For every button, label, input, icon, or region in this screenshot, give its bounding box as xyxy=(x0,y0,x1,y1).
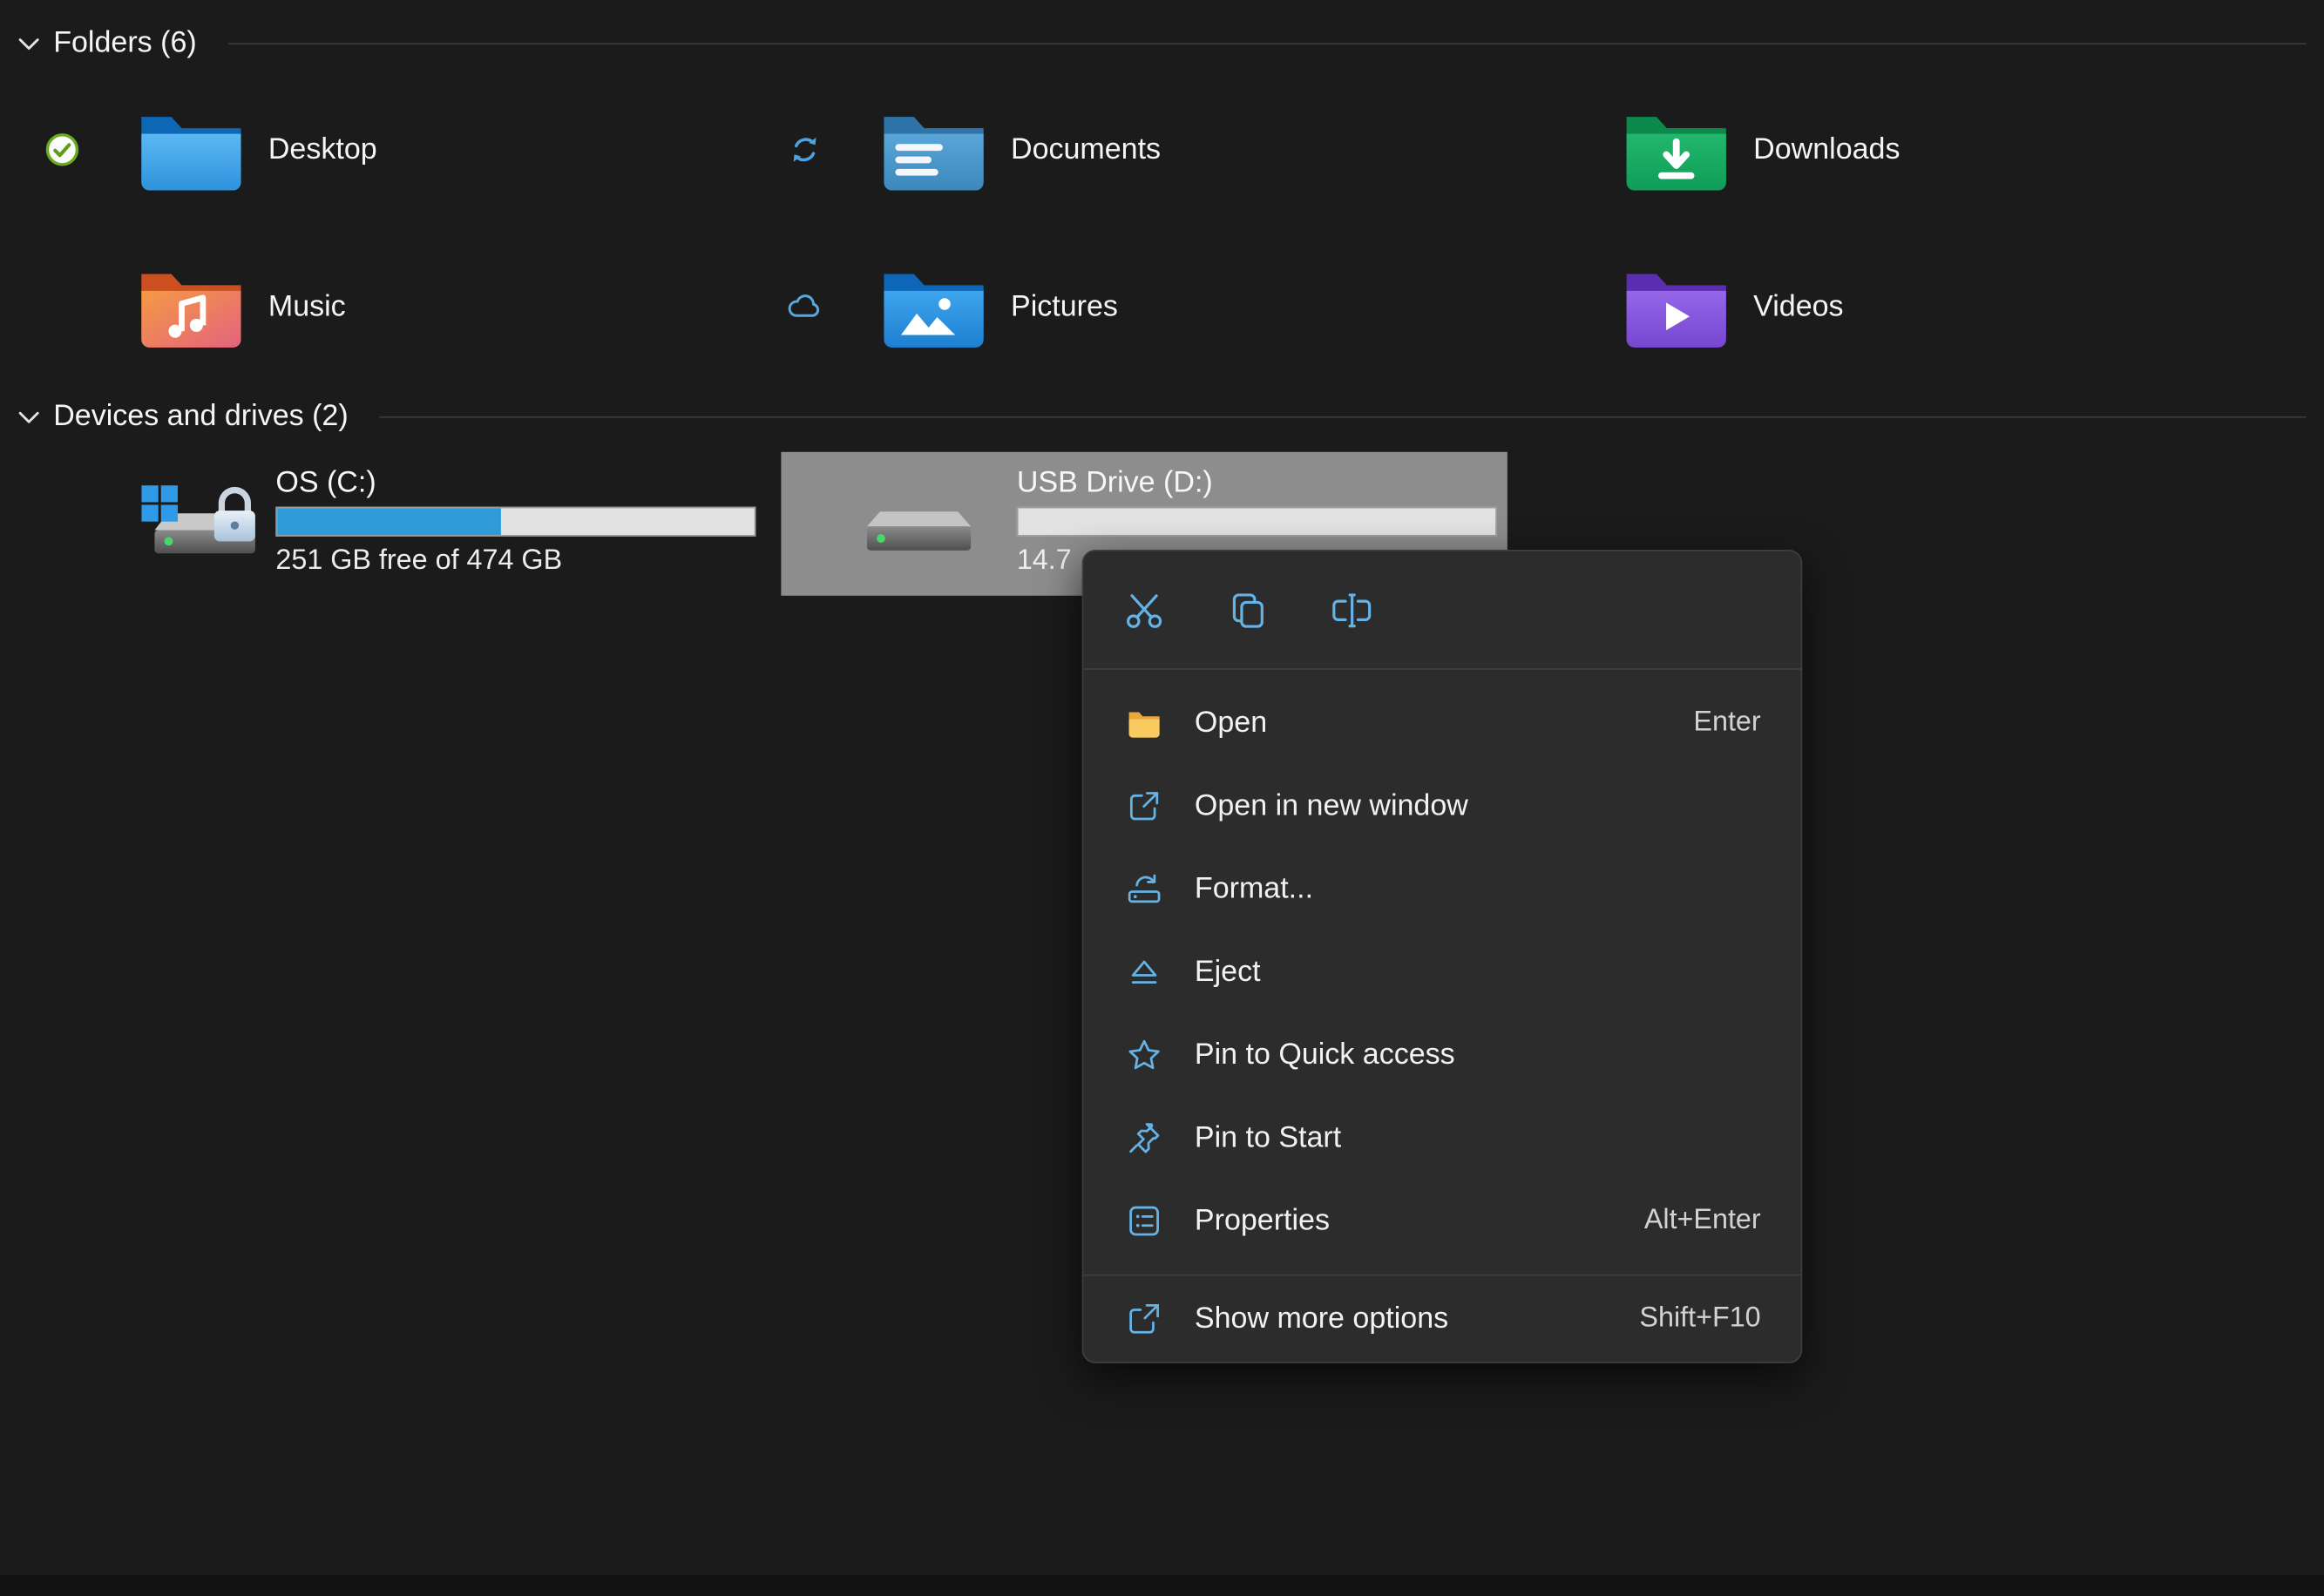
folder-tile-videos[interactable]: Videos xyxy=(1622,250,1844,362)
folder-label: Pictures xyxy=(1011,289,1118,322)
videos-folder-icon xyxy=(1622,264,1731,350)
folder-tile-documents[interactable]: Documents xyxy=(879,93,1161,206)
music-folder-icon xyxy=(136,264,246,350)
folder-label: Desktop xyxy=(268,132,377,166)
window-bottom-edge xyxy=(0,1575,2324,1596)
copy-button[interactable] xyxy=(1205,571,1291,648)
drive-name: USB Drive (D:) xyxy=(1016,466,1213,500)
folder-tile-pictures[interactable]: Pictures xyxy=(879,250,1118,362)
eject-icon xyxy=(1125,953,1163,991)
os-drive-icon xyxy=(131,452,276,596)
folder-label: Documents xyxy=(1011,132,1162,166)
menu-item-show-more-options[interactable]: Show more options Shift+F10 xyxy=(1083,1275,1800,1362)
menu-item-pin-to-quick-access[interactable]: Pin to Quick access xyxy=(1083,1013,1800,1096)
folder-tile-downloads[interactable]: Downloads xyxy=(1622,93,1901,206)
show-more-options-icon xyxy=(1125,1300,1163,1338)
desktop-folder-icon xyxy=(136,106,246,193)
pin-icon xyxy=(1125,1119,1163,1157)
folder-label: Downloads xyxy=(1753,132,1901,166)
menu-item-label: Properties xyxy=(1194,1203,1330,1237)
menu-item-shortcut: Alt+Enter xyxy=(1643,1204,1761,1236)
folder-label: Videos xyxy=(1753,289,1844,322)
folder-tile-music[interactable]: Music xyxy=(136,250,346,362)
drive-name: OS (C:) xyxy=(275,466,376,500)
context-menu-items: Open Enter Open in new window Format... … xyxy=(1083,670,1800,1275)
drive-usage-bar xyxy=(1016,506,1497,537)
pictures-folder-icon xyxy=(879,264,989,350)
devices-group-header: Devices and drives (2) xyxy=(17,397,2307,436)
sync-progress-icon xyxy=(787,132,823,167)
star-icon xyxy=(1125,1036,1163,1074)
context-menu-quick-actions xyxy=(1083,551,1800,668)
folder-label: Music xyxy=(268,289,346,322)
drive-usage-bar xyxy=(275,506,756,537)
menu-item-label: Pin to Quick access xyxy=(1194,1038,1455,1071)
folders-group-header: Folders (6) xyxy=(17,24,2307,62)
menu-item-open[interactable]: Open Enter xyxy=(1083,681,1800,764)
menu-item-label: Open in new window xyxy=(1194,788,1468,822)
copy-icon xyxy=(1226,587,1270,632)
file-explorer-content: Folders (6) Desktop Documents Downloads … xyxy=(0,0,2324,1596)
menu-item-pin-to-start[interactable]: Pin to Start xyxy=(1083,1097,1800,1180)
menu-item-format[interactable]: Format... xyxy=(1083,848,1800,930)
documents-folder-icon xyxy=(879,106,989,193)
onedrive-cloud-icon xyxy=(787,289,823,325)
usb-drive-icon xyxy=(781,452,1016,596)
menu-item-label: Eject xyxy=(1194,955,1261,988)
cut-button[interactable] xyxy=(1101,571,1188,648)
menu-item-shortcut: Enter xyxy=(1693,707,1761,739)
folder-tile-desktop[interactable]: Desktop xyxy=(136,93,377,206)
menu-item-open-in-new-window[interactable]: Open in new window xyxy=(1083,765,1800,848)
open-folder-icon xyxy=(1125,704,1163,742)
format-drive-icon xyxy=(1125,869,1163,908)
chevron-down-icon[interactable] xyxy=(17,407,40,426)
cut-icon xyxy=(1122,587,1167,632)
rename-button[interactable] xyxy=(1309,571,1395,648)
rename-icon xyxy=(1330,587,1374,632)
context-menu: Open Enter Open in new window Format... … xyxy=(1081,550,1803,1363)
menu-item-label: Format... xyxy=(1194,871,1314,905)
properties-icon xyxy=(1125,1201,1163,1240)
menu-item-shortcut: Shift+F10 xyxy=(1639,1302,1761,1334)
drive-tile-os-c[interactable]: OS (C:) 251 GB free of 474 GB xyxy=(131,452,771,596)
section-divider xyxy=(379,416,2307,417)
menu-item-label: Open xyxy=(1194,706,1268,739)
chevron-down-icon[interactable] xyxy=(17,33,40,52)
open-new-window-icon xyxy=(1125,787,1163,825)
menu-item-label: Show more options xyxy=(1194,1302,1449,1335)
folders-section-label: Folders (6) xyxy=(53,25,197,59)
sync-complete-icon xyxy=(44,132,80,167)
section-divider xyxy=(227,42,2307,44)
downloads-folder-icon xyxy=(1622,106,1731,193)
menu-item-label: Pin to Start xyxy=(1194,1120,1342,1154)
drive-free-space: 251 GB free of 474 GB xyxy=(275,544,563,577)
menu-item-properties[interactable]: Properties Alt+Enter xyxy=(1083,1180,1800,1262)
devices-section-label: Devices and drives (2) xyxy=(53,399,349,432)
menu-item-eject[interactable]: Eject xyxy=(1083,930,1800,1013)
drive-usage-fill xyxy=(277,508,502,536)
